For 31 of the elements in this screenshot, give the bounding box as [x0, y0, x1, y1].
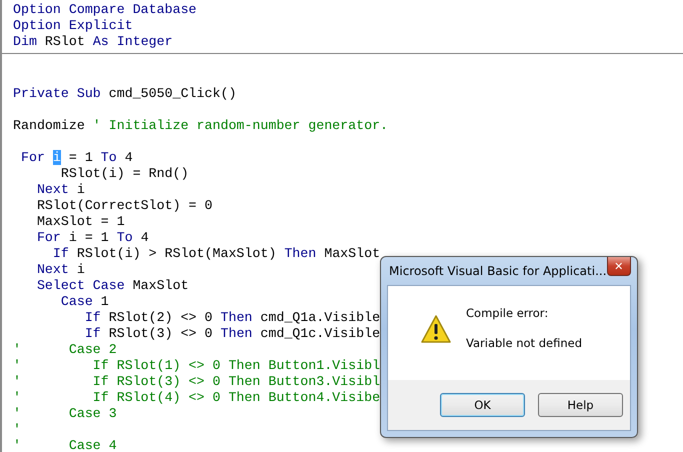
code-line: ': [12, 422, 21, 438]
code-line: ' If RSlot(4) <> 0 Then Button4.Visibe: [12, 390, 380, 406]
code-line: ' Case 3: [12, 406, 117, 422]
code-line: ' Case 2: [12, 342, 117, 358]
code-line: If RSlot(i) > RSlot(MaxSlot) Then MaxSlot: [52, 246, 380, 262]
code-line: Option Explicit: [12, 18, 133, 34]
code-line: If RSlot(2) <> 0 Then cmd_Q1a.Visible: [84, 310, 380, 326]
code-line: ' Case 4: [12, 438, 117, 452]
code-line: MaxSlot = 1: [36, 214, 125, 230]
code-line: Select Case MaxSlot: [36, 278, 189, 294]
code-line: For i = 1 To 4: [20, 150, 133, 166]
dialog-title: Microsoft Visual Basic for Applicati...: [388, 264, 607, 278]
code-line: RSlot(CorrectSlot) = 0: [36, 198, 212, 214]
code-line: Randomize ' Initialize random-number generator.: [12, 118, 388, 134]
code-line: Option Compare Database: [12, 2, 197, 18]
code-line: ' If RSlot(3) <> 0 Then Button3.Visibl: [12, 374, 380, 390]
code-line: Case 1: [60, 294, 109, 310]
close-button[interactable]: ✕: [606, 257, 631, 276]
error-message: Compile error:: [466, 306, 550, 320]
code-line: Next i: [36, 262, 85, 278]
dialog-button[interactable]: Help: [538, 393, 623, 417]
warning-icon: [420, 314, 452, 344]
code-line: RSlot(i) = Rnd(): [60, 166, 189, 182]
code-line: For i = 1 To 4: [36, 230, 149, 246]
dialog-button[interactable]: OK: [440, 393, 525, 417]
code-line: ' If RSlot(1) <> 0 Then Button1.Visibl: [12, 358, 380, 374]
code-line: Private Sub cmd_5050_Click(): [12, 86, 236, 102]
code-line: If RSlot(3) <> 0 Then cmd_Q1c.Visible: [84, 326, 380, 342]
code-line: Next i: [36, 182, 85, 198]
code-line: Dim RSlot As Integer: [12, 34, 173, 50]
error-detail: Variable not defined: [466, 336, 582, 350]
